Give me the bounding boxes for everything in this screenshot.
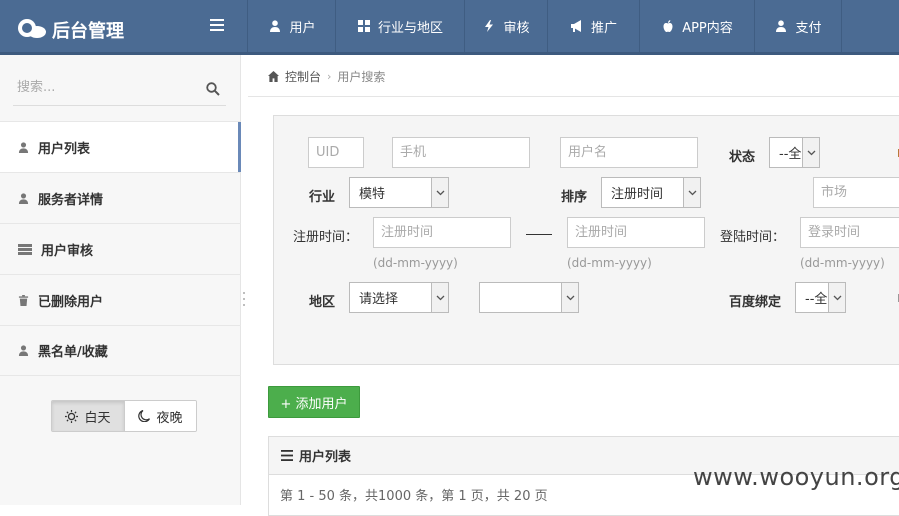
user-icon [18,141,29,153]
chevron-down-icon [561,283,578,312]
nav-item-users[interactable]: 用户 [249,0,336,52]
region-select-value: 请选择 [359,292,399,307]
nav-item-payment[interactable]: 支付 [755,0,842,52]
filter-panel: 状态 --全 行业 模特 排序 注册时间 注册时间： 登陆时间： (dd-mm-… [273,115,899,365]
nav-label: 行业与地区 [377,20,443,36]
sidebar-item-label: 服务者详情 [38,192,104,208]
sidebar-item-label: 黑名单/收藏 [38,345,108,360]
top-nav: 用户 行业与地区 审核 推广 APP内容 支付 [249,0,842,52]
apple-icon [661,19,675,33]
sort-select-value: 注册时间 [611,187,664,202]
bolt-icon [482,19,496,33]
username-input[interactable] [560,137,698,168]
sidebar-search [13,70,226,106]
login-time-hint: (dd-mm-yyyy) [800,256,885,270]
breadcrumb-separator-icon: › [327,70,332,83]
register-time-label: 注册时间： [293,230,359,245]
industry-label: 行业 [309,190,336,205]
user-icon [18,345,29,356]
chevron-down-icon [683,178,700,207]
sun-icon [65,409,79,423]
status-label: 状态 [729,150,756,165]
search-icon[interactable] [206,82,220,96]
login-time-input[interactable] [800,217,899,248]
nav-item-industry-region[interactable]: 行业与地区 [336,0,465,52]
sidebar-item-user-review[interactable]: 用户审核 [0,223,241,274]
nav-label: 用户 [289,20,316,36]
market-input[interactable] [813,177,899,208]
nav-item-promotion[interactable]: 推广 [548,0,640,52]
nav-item-app-content[interactable]: APP内容 [640,0,755,52]
user-icon [18,192,29,204]
register-start-hint: (dd-mm-yyyy) [373,256,458,270]
sidebar: 用户列表 服务者详情 用户审核 已删除用户 黑名单/收藏 白天 夜晚 [0,55,241,505]
register-end-input[interactable] [567,217,705,248]
theme-toggle: 白天 夜晚 [51,400,197,432]
watermark: www.wooyun.org [693,463,899,491]
theme-day-button[interactable]: 白天 [52,401,124,431]
register-start-input[interactable] [373,217,511,248]
nav-label: 审核 [503,20,530,36]
baidu-binding-label: 百度绑定 [729,295,782,310]
date-range-separator [526,234,552,235]
industry-select-value: 模特 [359,187,386,202]
sidebar-item-user-list[interactable]: 用户列表 [0,121,241,172]
breadcrumb-current: 用户搜索 [337,70,386,84]
user-icon [774,19,788,33]
sidebar-item-deleted-users[interactable]: 已删除用户 [0,274,241,325]
region-select[interactable]: 请选择 [349,282,449,313]
bullhorn-icon [570,19,584,33]
sub-region-select[interactable] [479,282,579,313]
sidebar-menu: 用户列表 服务者详情 用户审核 已删除用户 黑名单/收藏 [0,121,241,376]
chevron-down-icon [828,283,845,312]
baidu-binding-select[interactable]: --全 [795,282,846,313]
brand-title: 后台管理 [52,21,124,42]
list-icon [281,450,293,461]
user-icon [268,19,282,33]
sidebar-item-blacklist[interactable]: 黑名单/收藏 [0,325,241,376]
chevron-down-icon [431,178,448,207]
chevron-down-icon [431,283,448,312]
nav-label: 支付 [795,20,822,36]
status-select-value: --全 [779,147,802,162]
region-label: 地区 [309,295,336,310]
home-icon [268,71,279,82]
sort-label: 排序 [561,190,588,205]
industry-select[interactable]: 模特 [349,177,449,208]
sidebar-item-label: 已删除用户 [38,294,104,310]
trash-icon [18,294,29,306]
sidebar-resize-handle[interactable] [242,292,246,306]
sidebar-item-label: 用户列表 [38,141,91,157]
theme-day-label: 白天 [84,410,111,426]
uid-input[interactable] [308,137,364,168]
breadcrumb-home[interactable]: 控制台 [285,68,321,85]
moon-icon [138,410,151,422]
theme-night-label: 夜晚 [156,410,183,426]
sort-select[interactable]: 注册时间 [601,177,701,208]
list-title: 用户列表 [299,450,352,465]
brand: 后台管理 [0,0,248,52]
nav-item-review[interactable]: 审核 [465,0,548,52]
breadcrumb: 控制台 › 用户搜索 [248,57,899,97]
top-bar: 后台管理 用户 行业与地区 审核 推广 APP内容 支付 [0,0,899,55]
register-end-hint: (dd-mm-yyyy) [567,256,652,270]
status-select[interactable]: --全 [769,137,820,168]
search-input[interactable] [13,70,203,104]
theme-night-button[interactable]: 夜晚 [124,401,196,431]
baidu-binding-select-value: --全 [805,292,828,307]
sidebar-item-label: 用户审核 [41,243,94,259]
nav-label: APP内容 [682,20,733,36]
sidebar-item-provider-details[interactable]: 服务者详情 [0,172,241,223]
grid-icon [357,19,371,33]
add-user-button[interactable]: + 添加用户 [268,386,360,418]
nav-label: 推广 [590,20,617,36]
pagination-summary: 第 1 - 50 条，共1000 条，第 1 页，共 20 页 [280,489,548,504]
phone-input[interactable] [392,137,530,168]
menu-toggle-icon[interactable] [208,16,226,34]
login-time-label: 登陆时间： [720,230,786,245]
cloud-logo-icon [18,19,46,38]
chevron-down-icon [802,138,819,167]
list-icon [18,243,32,255]
